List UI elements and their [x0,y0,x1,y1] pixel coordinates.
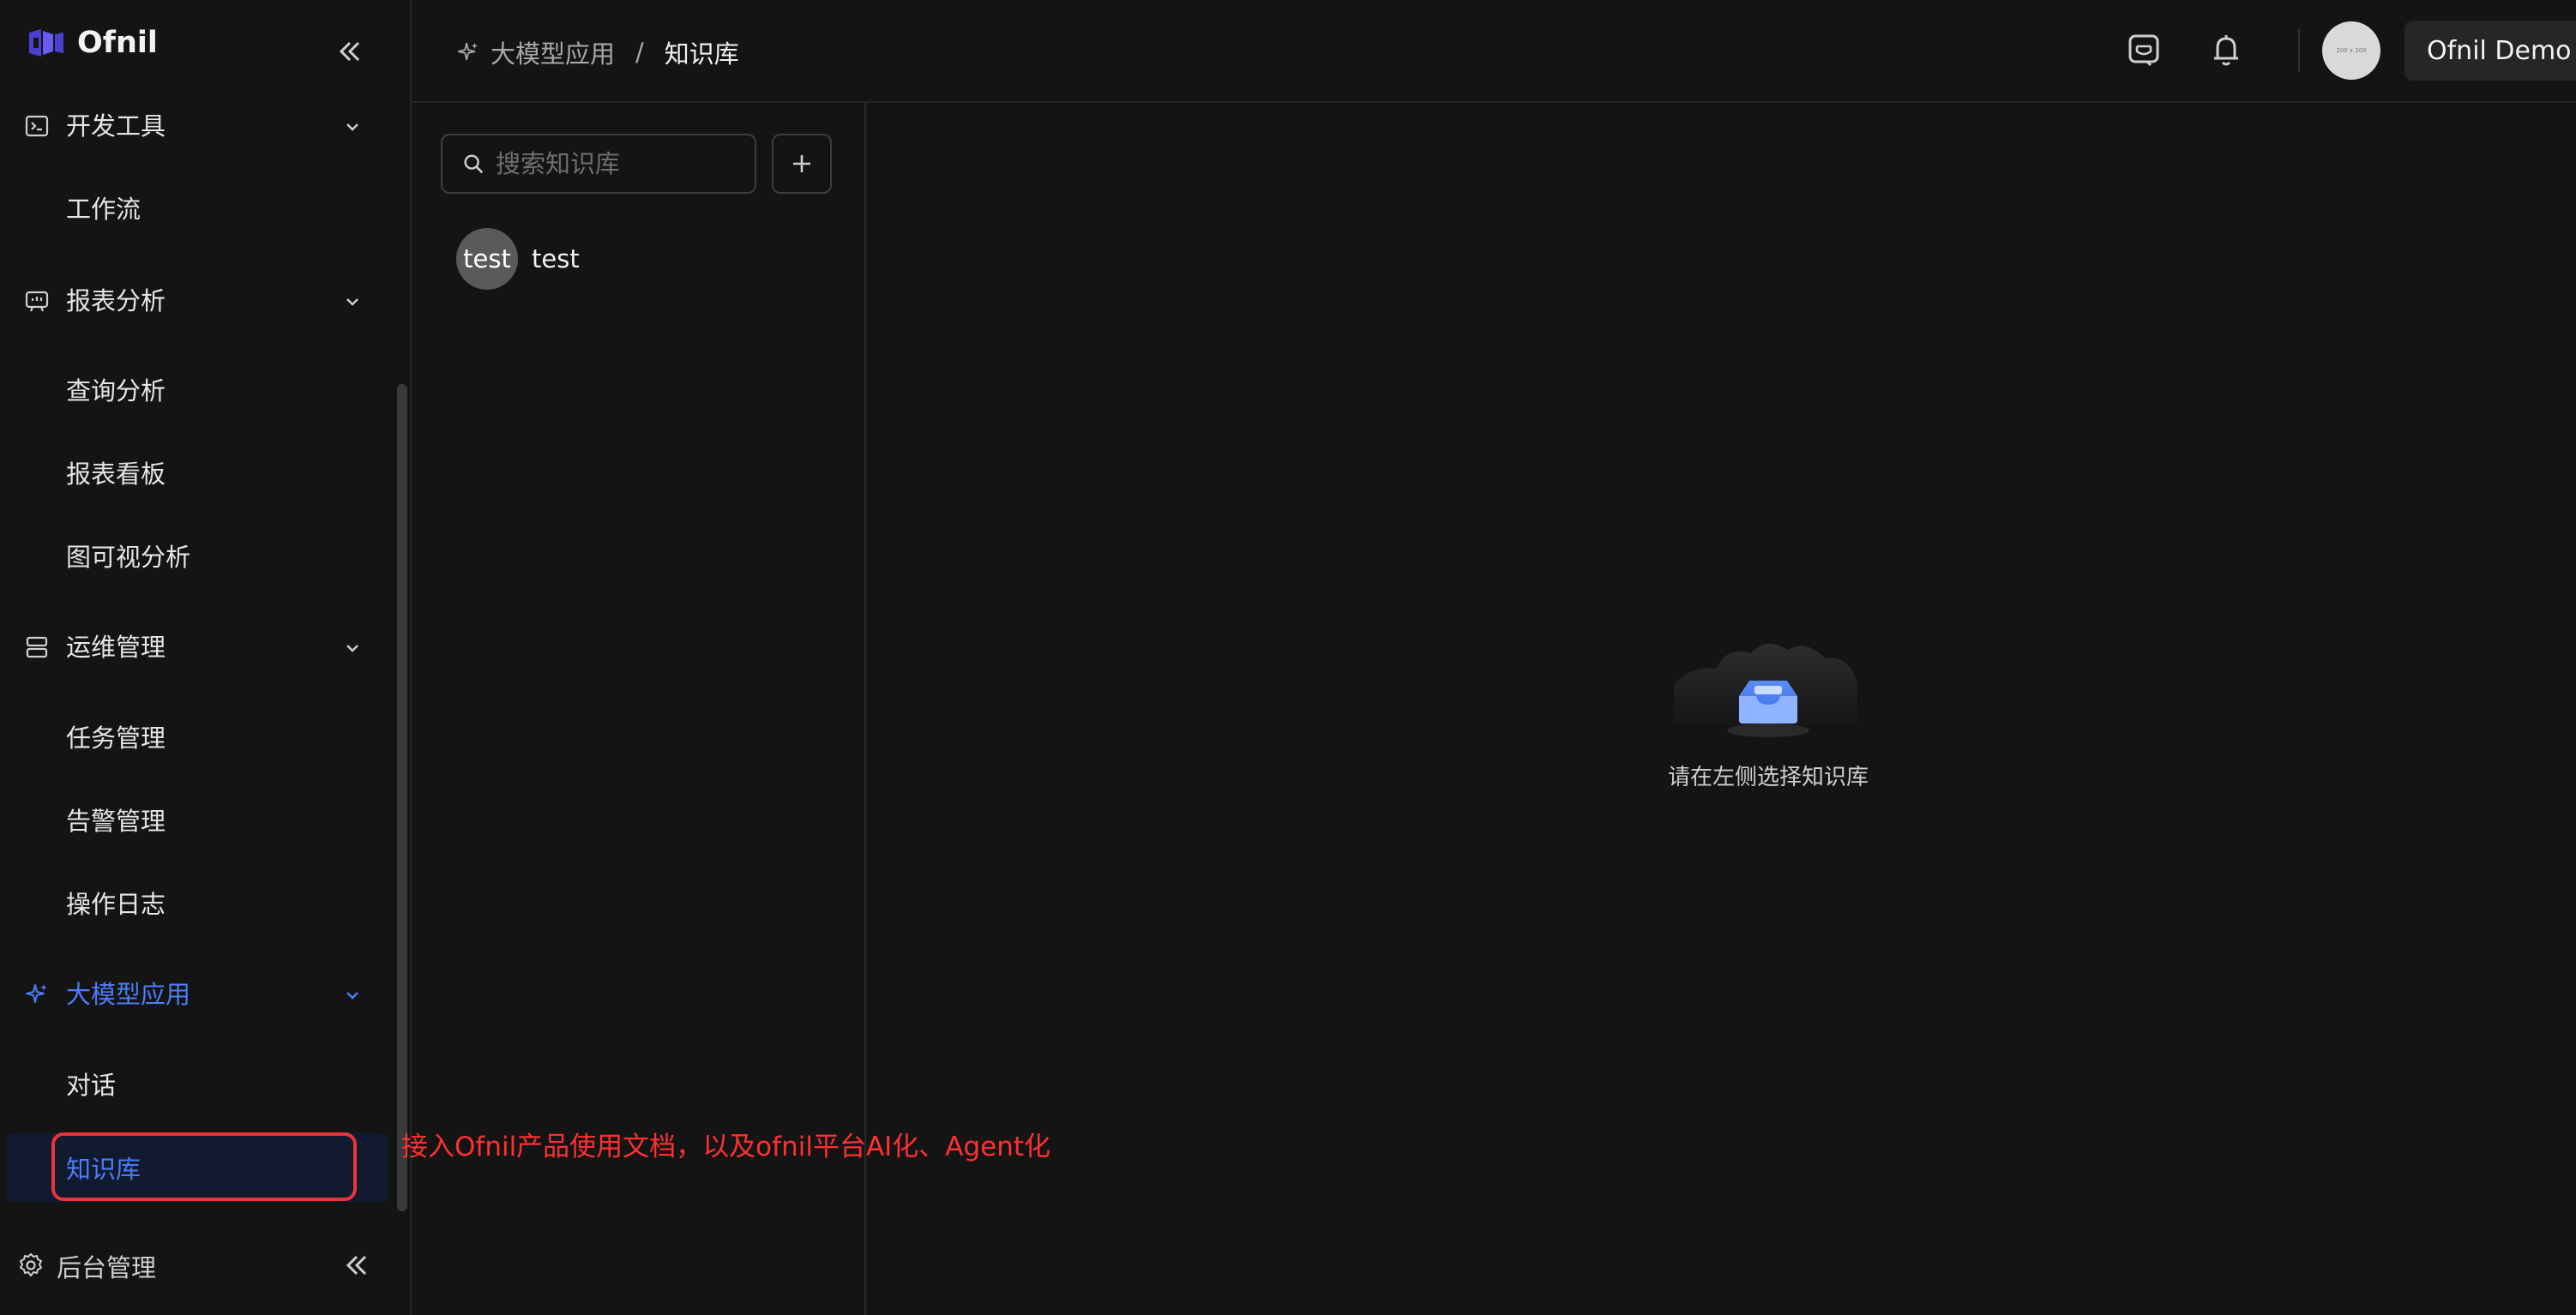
nav-group-ops-management[interactable]: 运维管理 [0,615,394,676]
account-dropdown[interactable]: Ofnil Demo [2404,21,2576,81]
nav-group-label: 报表分析 [66,286,166,315]
notifications-button[interactable] [2207,31,2245,69]
nav-item-label: 查询分析 [66,376,166,405]
terminal-icon [25,115,49,137]
double-chevron-left-icon [339,41,360,62]
nav-item-query-analysis[interactable]: 查询分析 [0,355,394,423]
nav-group-label: 开发工具 [66,111,166,141]
avatar-placeholder-text: 200 x 200 [2336,47,2367,54]
knowledge-base-item[interactable]: test test [456,228,580,290]
empty-state: 请在左侧选择知识库 [1657,624,1880,791]
nav-group-label: 大模型应用 [66,980,191,1009]
knowledge-base-avatar: test [456,228,518,290]
logo[interactable]: Ofnil [26,26,158,60]
feedback-icon [2128,34,2159,67]
breadcrumb-separator: / [635,38,644,67]
collapse-sidebar-bottom-button[interactable] [340,1248,374,1282]
empty-state-text: 请在左侧选择知识库 [1667,765,1869,790]
nav-group-dev-tools[interactable]: 开发工具 [0,94,394,154]
sidebar: Ofnil 开发工具 工作流 报表分析 查询分析 报表看板 图可视分析 运维管理… [0,0,412,1315]
nav-item-alert-management[interactable]: 告警管理 [0,785,394,854]
ofnil-logo-icon [29,29,63,57]
account-name: Ofnil Demo [2427,35,2572,66]
knowledge-base-panel: test test [412,103,866,1315]
search-input[interactable] [494,148,755,179]
admin-management-link[interactable]: 后台管理 [57,1248,156,1284]
main-content: 请在左侧选择知识库 [866,103,2576,1315]
chevron-down-icon [346,298,358,306]
sidebar-footer: 后台管理 [0,1234,408,1294]
sidebar-scrollbar[interactable] [397,384,407,1211]
nav-item-label: 工作流 [66,195,141,224]
bell-icon [2214,35,2238,66]
header-divider [2298,29,2300,72]
search-icon [464,154,484,174]
empty-inbox-icon [1674,643,1857,737]
chevron-down-icon [346,992,358,1000]
feedback-button[interactable] [2125,31,2163,69]
top-header: 大模型应用 / 知识库 200 x 200 Ofnil Demo [412,0,2576,103]
nav-item-knowledge-base[interactable]: 知识库 [7,1133,388,1202]
nav-item-operation-log[interactable]: 操作日志 [0,868,394,937]
breadcrumb: 大模型应用 / 知识库 [456,34,739,70]
nav-item-label: 对话 [66,1071,117,1100]
knowledge-base-name: test [532,244,580,273]
nav-item-graph-visual-analysis[interactable]: 图可视分析 [0,521,394,590]
add-knowledge-base-button[interactable] [772,134,832,194]
nav-menu[interactable]: 开发工具 工作流 报表分析 查询分析 报表看板 图可视分析 运维管理 任务管理 … [0,94,410,1217]
nav-group-label: 运维管理 [66,633,166,662]
nav-item-chat[interactable]: 对话 [0,1049,394,1118]
double-chevron-left-icon [346,1255,367,1276]
nav-item-label: 操作日志 [66,890,166,919]
chevron-down-icon [346,645,358,652]
nav-group-llm-apps[interactable]: 大模型应用 [0,963,394,1023]
sparkle-icon [457,42,478,61]
nav-item-label: 报表看板 [66,459,166,489]
search-box[interactable] [441,134,756,194]
nav-item-label: 告警管理 [66,807,166,836]
breadcrumb-parent[interactable]: 大模型应用 [491,34,615,70]
chevron-down-icon [346,123,358,131]
nav-item-label: 知识库 [66,1155,141,1184]
nav-item-task-management[interactable]: 任务管理 [0,702,394,771]
gear-icon [20,1253,42,1276]
nav-item-report-dashboard[interactable]: 报表看板 [0,438,394,507]
brand-name: Ofnil [77,26,158,60]
user-avatar[interactable]: 200 x 200 [2322,21,2380,80]
sparkle-icon [26,984,47,1003]
plus-icon [793,155,810,172]
collapse-sidebar-button[interactable] [333,34,367,69]
server-icon [26,636,48,658]
chart-icon [25,291,49,312]
breadcrumb-current: 知识库 [664,39,739,69]
nav-item-workflow[interactable]: 工作流 [0,173,394,242]
nav-item-label: 图可视分析 [66,543,191,572]
nav-group-report-analysis[interactable]: 报表分析 [0,269,394,329]
nav-item-label: 任务管理 [66,724,166,753]
